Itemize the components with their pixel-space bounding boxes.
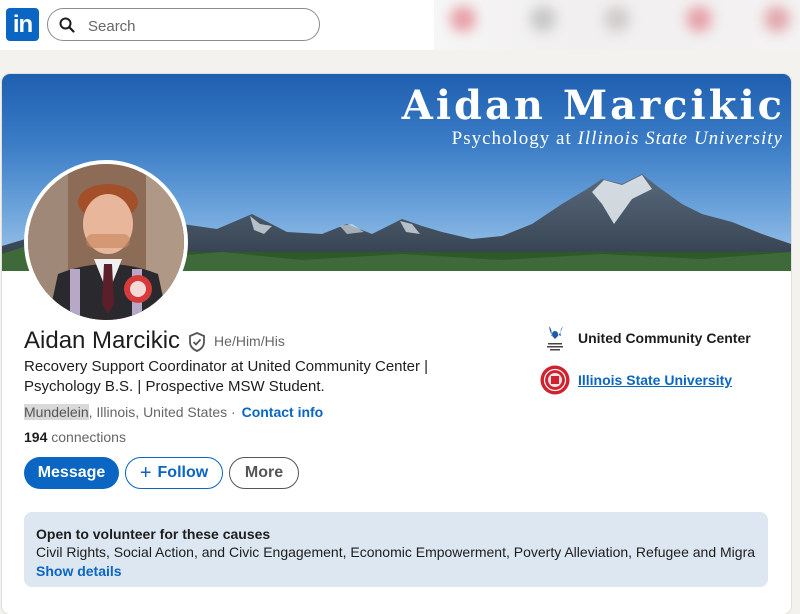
show-details-link[interactable]: Show details — [36, 562, 756, 580]
profile-photo[interactable] — [24, 160, 188, 324]
volunteer-causes: Civil Rights, Social Action, and Civic E… — [36, 544, 756, 560]
search-input[interactable] — [86, 15, 310, 37]
org-current-company[interactable]: United Community Center — [540, 323, 751, 353]
location-region: , Illinois, United States — [88, 404, 228, 420]
volunteer-title: Open to volunteer for these causes — [36, 526, 271, 542]
search-box[interactable] — [47, 8, 320, 41]
volunteer-causes-box: Open to volunteer for these causes Civil… — [24, 512, 768, 587]
more-button[interactable]: More — [229, 457, 299, 489]
illinois-state-university-seal-icon — [540, 365, 570, 395]
linkedin-logo-icon[interactable]: in — [6, 8, 39, 41]
profile-name: Aidan Marcikic — [24, 327, 181, 354]
plus-icon: + — [139, 462, 152, 484]
contact-info-link[interactable]: Contact info — [242, 404, 324, 420]
location-row: Mundelein, Illinois, United States · Con… — [24, 404, 324, 420]
top-nav: in — [0, 0, 434, 50]
pronouns: He/Him/His — [214, 333, 285, 349]
profile-headline: Recovery Support Coordinator at United C… — [24, 358, 429, 395]
avatar-image — [28, 164, 184, 320]
connections-count[interactable]: 194 connections — [24, 429, 126, 445]
org-name-isu[interactable]: Illinois State University — [578, 372, 732, 388]
banner-subtitle: Psychology at Illinois State University — [451, 128, 783, 149]
nav-icons-blurred — [434, 0, 800, 50]
org-education[interactable]: Illinois State University — [540, 365, 732, 395]
org-name-ucc[interactable]: United Community Center — [578, 330, 751, 346]
follow-button[interactable]: + Follow — [125, 457, 223, 489]
verified-shield-icon[interactable] — [188, 332, 206, 352]
name-row: Aidan Marcikic He/Him/His — [24, 327, 285, 355]
message-button[interactable]: Message — [24, 457, 119, 489]
search-icon — [59, 17, 75, 33]
profile-card: Aidan Marcikic Psychology at Illinois St… — [2, 74, 791, 614]
united-community-center-logo — [547, 326, 563, 351]
location-city: Mundelein — [24, 404, 89, 420]
banner-title: Aidan Marcikic — [401, 82, 785, 129]
